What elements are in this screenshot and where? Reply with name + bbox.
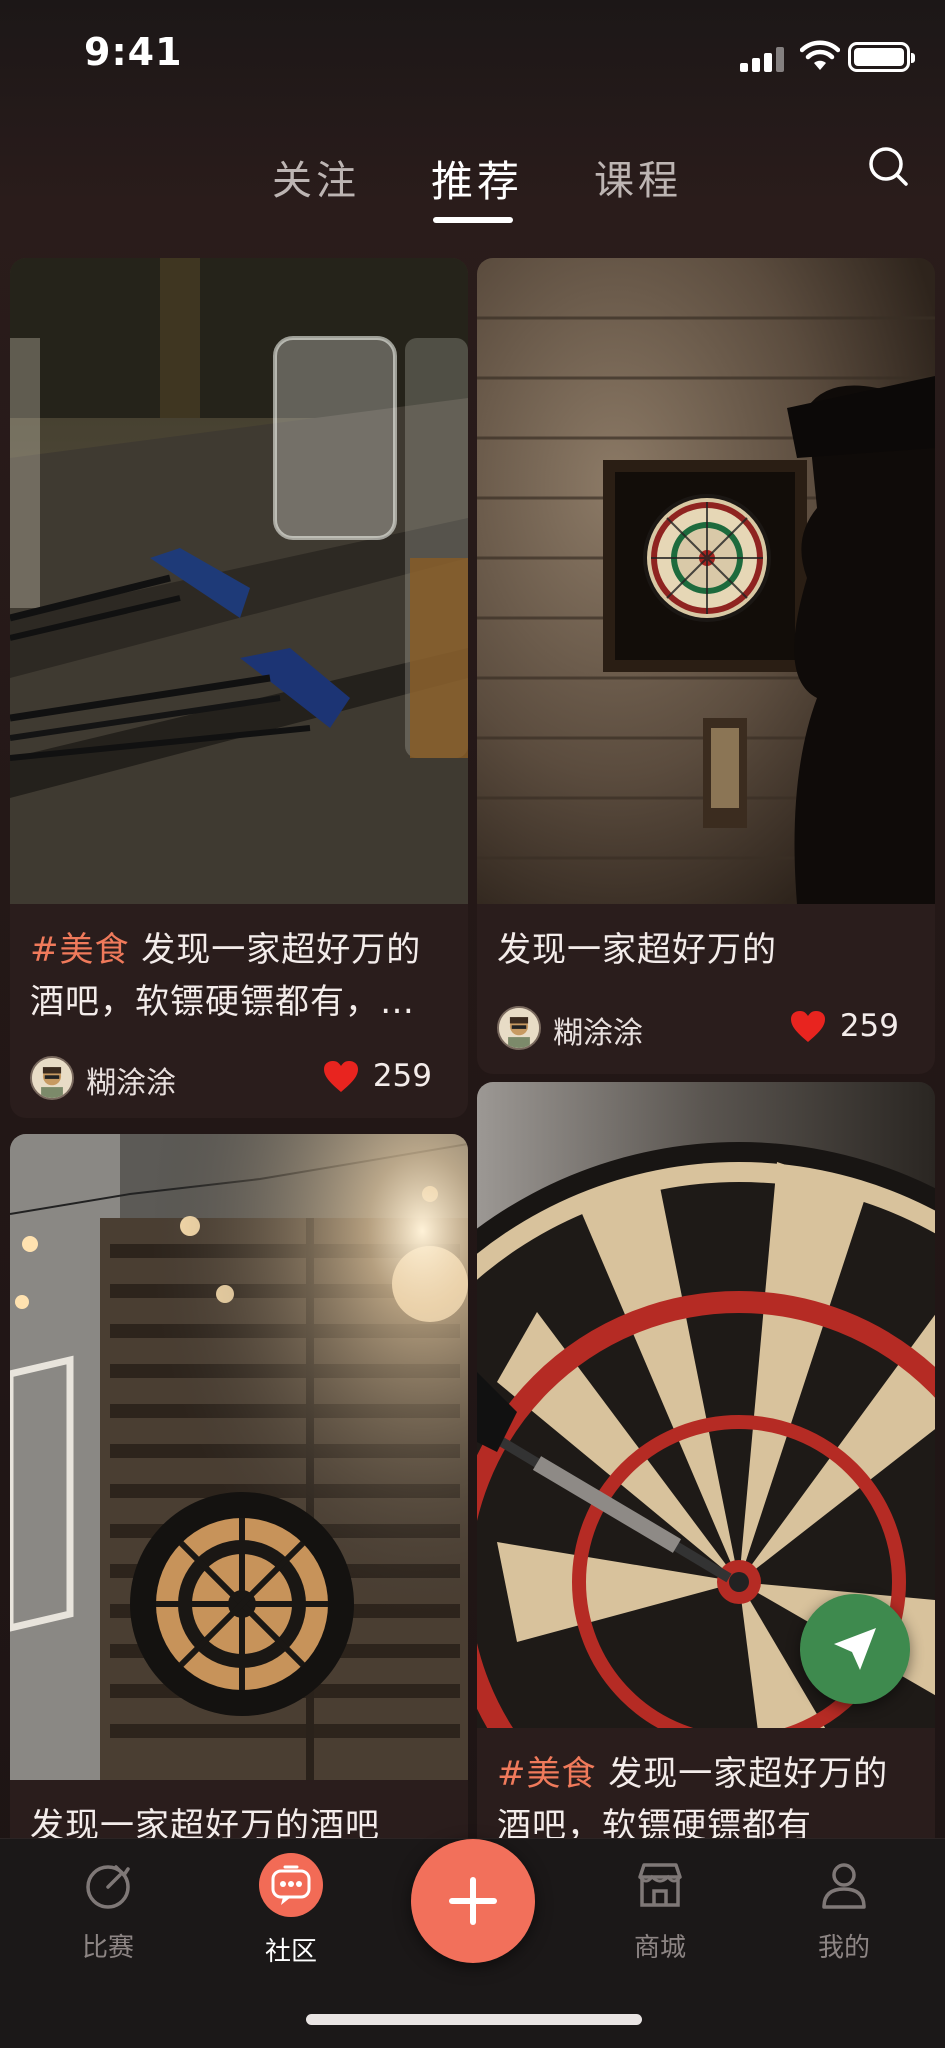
nav-label: 我的 — [817, 1933, 870, 1963]
cellular-signal-icon — [740, 46, 786, 72]
wall-dartboard-photo — [10, 1134, 468, 1780]
card-caption: 发现一家超好万的 — [497, 924, 911, 976]
top-tab-bar: 关注 推荐 课程 — [0, 140, 945, 240]
chat-icon — [259, 1853, 323, 1917]
nav-label: 社区 — [264, 1937, 317, 1967]
tab-follow[interactable]: 关注 — [272, 148, 360, 206]
caption-line-1: 发现一家超好万的 — [129, 930, 422, 970]
battery-icon — [848, 42, 915, 72]
card-meta: 糊涂涂 259 — [497, 1004, 899, 1052]
like-count-text: 259 — [372, 1058, 432, 1094]
send-arrow-icon — [834, 1628, 876, 1670]
status-time: 9:41 — [84, 30, 183, 74]
author-name[interactable]: 糊涂涂 — [86, 1058, 176, 1102]
community-feed-screen: 9:41 关注 推荐 课程 #美食 发现一家超好万的 酒吧，软镖硬镖都有，… 糊… — [0, 0, 945, 2048]
heart-icon — [790, 1011, 825, 1042]
create-post-button[interactable] — [411, 1839, 535, 1963]
card-caption: #美食 发现一家超好万的 酒吧，软镖硬镖都有，… — [30, 924, 444, 1028]
man-dartboard-photo — [477, 258, 935, 904]
wifi-icon — [800, 40, 840, 70]
darts-on-table-photo — [10, 258, 468, 904]
topic-tag[interactable]: #美食 — [497, 1754, 597, 1794]
home-indicator[interactable] — [306, 2014, 642, 2025]
nav-item-community[interactable]: 社区 — [231, 1853, 351, 1968]
share-button[interactable] — [800, 1594, 910, 1704]
search-icon[interactable] — [862, 140, 918, 196]
caption-line-1: 发现一家超好万的 — [497, 930, 777, 970]
active-tab-indicator — [433, 217, 513, 223]
user-icon — [822, 1863, 866, 1909]
tab-courses[interactable]: 课程 — [594, 148, 682, 206]
avatar[interactable] — [497, 1006, 541, 1050]
like-count[interactable]: 259 — [790, 1008, 899, 1044]
like-count-text: 259 — [839, 1008, 899, 1044]
status-bar: 9:41 — [0, 0, 945, 110]
author-name[interactable]: 糊涂涂 — [553, 1008, 643, 1052]
like-count[interactable]: 259 — [323, 1058, 432, 1094]
trophy-icon — [86, 1865, 130, 1909]
nav-label: 比赛 — [81, 1933, 134, 1963]
nav-item-match[interactable]: 比赛 — [48, 1857, 168, 1964]
feed-card[interactable]: #美食 发现一家超好万的 酒吧，软镖硬镖都有 — [477, 1082, 935, 1894]
nav-label: 商城 — [633, 1933, 686, 1963]
feed-card[interactable]: 发现一家超好万的酒吧 — [10, 1134, 468, 1894]
card-meta: 糊涂涂 259 — [30, 1054, 432, 1102]
store-icon — [638, 1863, 682, 1907]
card-caption: #美食 发现一家超好万的 酒吧，软镖硬镖都有 — [497, 1748, 911, 1852]
topic-tag[interactable]: #美食 — [30, 930, 130, 970]
nav-item-store[interactable]: 商城 — [600, 1857, 720, 1964]
avatar[interactable] — [30, 1056, 74, 1100]
heart-icon — [323, 1061, 358, 1092]
nav-item-profile[interactable]: 我的 — [784, 1857, 904, 1964]
tab-recommend[interactable]: 推荐 — [431, 148, 523, 209]
feed-card[interactable]: 发现一家超好万的 糊涂涂 259 — [477, 258, 935, 1074]
feed-card[interactable]: #美食 发现一家超好万的 酒吧，软镖硬镖都有，… 糊涂涂 259 — [10, 258, 468, 1118]
caption-line-2: 酒吧，软镖硬镖都有，… — [30, 982, 415, 1022]
caption-line-1: 发现一家超好万的 — [596, 1754, 889, 1794]
